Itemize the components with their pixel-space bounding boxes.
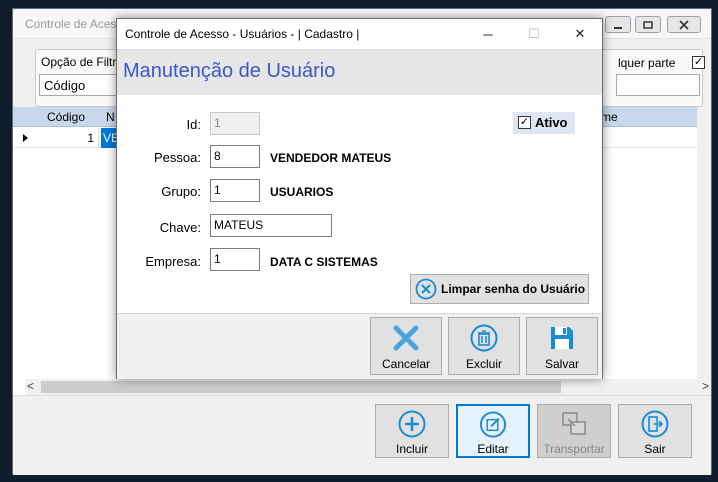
grupo-label: Grupo:	[161, 184, 201, 199]
column-header-codigo[interactable]: Código	[47, 110, 85, 124]
sair-button[interactable]: Sair	[618, 404, 692, 458]
grupo-description: USUARIOS	[270, 185, 334, 199]
main-window-title: Controle de Acess	[25, 17, 123, 31]
grupo-field[interactable]: 1	[210, 179, 260, 202]
transport-icon	[562, 412, 586, 435]
ativo-label: Ativo	[535, 115, 568, 130]
excluir-label: Excluir	[465, 357, 502, 371]
editar-label: Editar	[477, 442, 509, 456]
empresa-field[interactable]: 1	[210, 248, 260, 271]
dialog-title: Controle de Acesso - Usuários - | Cadast…	[125, 27, 360, 41]
ativo-checkbox[interactable]: ✓	[518, 116, 531, 129]
id-label: Id:	[186, 117, 201, 132]
ativo-checkbox-group[interactable]: ✓ Ativo	[513, 112, 575, 134]
scroll-left-icon[interactable]: <	[27, 379, 34, 393]
incluir-label: Incluir	[395, 442, 428, 456]
pessoa-description: VENDEDOR MATEUS	[270, 151, 392, 165]
any-part-label: lquer parte	[618, 56, 676, 70]
incluir-button[interactable]: Incluir	[375, 404, 449, 458]
column-header-nome[interactable]: N	[106, 110, 115, 124]
exit-door-icon	[641, 410, 669, 438]
main-minimize-button[interactable]	[605, 16, 631, 33]
editar-button[interactable]: Editar	[456, 404, 530, 458]
empresa-label: Empresa:	[145, 254, 201, 269]
minimize-icon	[614, 26, 622, 29]
maximize-icon: ☐	[528, 26, 540, 41]
clear-x-circle-icon	[415, 278, 437, 300]
id-field: 1	[210, 112, 260, 135]
pessoa-label: Pessoa:	[154, 150, 201, 165]
dialog-close-button[interactable]: ✕	[557, 19, 603, 49]
page-title: Manutenção de Usuário	[123, 60, 336, 82]
chave-field[interactable]: MATEUS	[210, 214, 332, 237]
trash-icon	[470, 324, 498, 352]
clear-password-label: Limpar senha do Usuário	[441, 282, 586, 296]
salvar-button[interactable]: Salvar	[526, 317, 598, 375]
dialog-titlebar: Controle de Acesso - Usuários - | Cadast…	[117, 19, 602, 49]
minimize-icon: ─	[483, 26, 493, 42]
dialog-form: Id: 1 ✓ Ativo Pessoa: 8 VENDEDOR MATEUS …	[117, 95, 602, 313]
clear-password-button[interactable]: Limpar senha do Usuário	[410, 274, 589, 304]
transportar-label: Transportar	[543, 442, 605, 456]
chave-label: Chave:	[159, 220, 201, 235]
cell-codigo[interactable]: 1	[39, 128, 99, 148]
horizontal-scrollbar[interactable]: < >	[25, 379, 711, 395]
filter-label: Opção de Filtro	[41, 55, 124, 69]
scrollbar-thumb[interactable]	[41, 381, 561, 393]
dialog-maximize-button[interactable]: ☐	[511, 19, 557, 49]
user-maintenance-dialog: Controle de Acesso - Usuários - | Cadast…	[116, 18, 603, 379]
dialog-header: Manutenção de Usuário	[117, 49, 602, 95]
search-input[interactable]	[616, 74, 700, 96]
scroll-right-icon[interactable]: >	[702, 379, 709, 393]
pessoa-field[interactable]: 8	[210, 145, 260, 168]
excluir-button[interactable]: Excluir	[448, 317, 520, 375]
restore-icon	[643, 20, 653, 29]
empresa-description: DATA C SISTEMAS	[270, 255, 378, 269]
any-part-checkbox[interactable]: ✓	[692, 56, 705, 69]
save-floppy-icon	[551, 327, 573, 349]
dialog-minimize-button[interactable]: ─	[465, 19, 511, 49]
cancel-x-icon	[393, 325, 419, 351]
sair-label: Sair	[644, 442, 666, 456]
cancelar-label: Cancelar	[381, 357, 431, 371]
plus-circle-icon	[398, 410, 426, 438]
row-indicator-icon	[23, 134, 28, 142]
main-toolbar: Incluir Editar Transportar Sair	[13, 395, 711, 475]
close-icon	[679, 19, 689, 30]
dialog-footer: Cancelar Excluir Salvar	[117, 313, 602, 379]
cancelar-button[interactable]: Cancelar	[370, 317, 442, 375]
main-restore-button[interactable]	[635, 16, 661, 33]
main-close-button[interactable]	[667, 16, 701, 33]
salvar-label: Salvar	[544, 357, 579, 371]
edit-icon	[479, 411, 507, 438]
transportar-button[interactable]: Transportar	[537, 404, 611, 458]
close-icon: ✕	[574, 26, 586, 41]
column-header-partial[interactable]: me	[601, 110, 618, 124]
